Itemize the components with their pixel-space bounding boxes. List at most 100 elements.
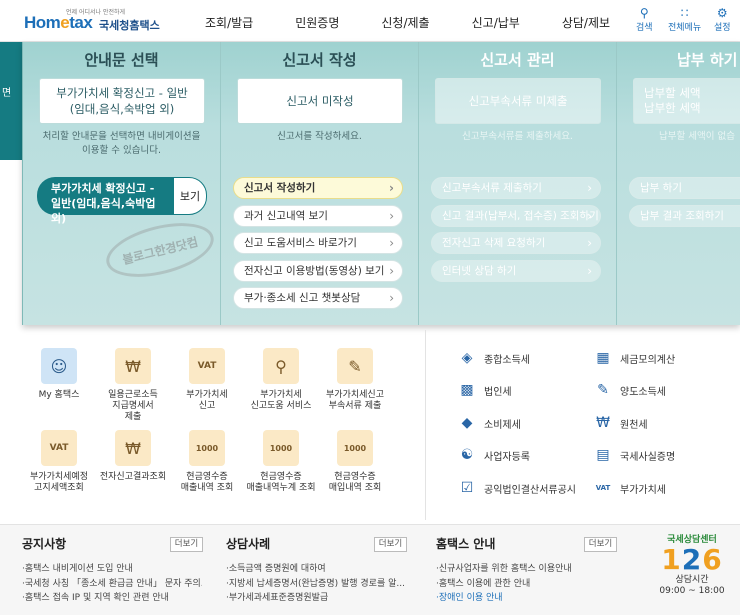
vat-icon: VAT xyxy=(595,484,611,492)
header: 언제 어디서나 안전하게 Hometax 국세청홈택스 조회/발급 민원증명 신… xyxy=(0,0,740,42)
won-search-icon: ₩ xyxy=(115,430,151,466)
grid-menu-icon: ∷ xyxy=(680,6,689,20)
tax-link-transfer[interactable]: ✎ 양도소득세 xyxy=(594,381,666,399)
tax-link-label: 원천세 xyxy=(620,419,648,431)
vat-notice-icon: VAT xyxy=(41,430,77,466)
notice-title: 공지사항 xyxy=(22,537,67,551)
quick-vat-attachments[interactable]: ✎ 부가가치세신고 부속서류 제출 xyxy=(316,348,394,412)
tax-link-consumption[interactable]: ◆ 소비제세 xyxy=(458,414,521,432)
quick-label: 부가가치세예정 고지세액조회 xyxy=(30,472,88,493)
chatbot-link[interactable]: 부가·종소세 신고 챗봇상담 xyxy=(233,287,403,309)
quick-label: My 홈택스 xyxy=(38,390,80,400)
consult-hours: 09:00 ~ 18:00 xyxy=(659,586,725,596)
pay-column-title: 납부 하기 xyxy=(677,51,738,69)
notice-item[interactable]: 홈택스 내비게이션 도입 안내 xyxy=(22,562,202,577)
case-item[interactable]: 소득금액 증명원에 대하여 xyxy=(226,562,406,577)
quick-vat-report[interactable]: VAT 부가가치세 신고 xyxy=(168,348,246,412)
report-column: 신고서 작성 신고서 미작성 신고서를 작성하세요. 신고서 작성하기 과거 신… xyxy=(221,42,419,325)
video-guide-link[interactable]: 전자신고 이용방법(동영상) 보기 xyxy=(233,259,403,282)
notice-item[interactable]: 홈택스 접속 IP 및 지역 확인 관련 안내 xyxy=(22,591,202,606)
help-service-link[interactable]: 신고 도움서비스 바로가기 xyxy=(233,232,403,254)
person-icon: ☯ xyxy=(460,447,474,463)
nav-item-consult[interactable]: 상담/제보 xyxy=(562,14,610,31)
guide-column: 안내문 선택 부가가치세 확정신고 - 일반 (임대,음식,숙박업 외) 처리할… xyxy=(23,42,221,325)
user-icon: ☺ xyxy=(41,348,77,384)
manage-links: 신고부속서류 제출하기 신고 결과(납부서, 접수증) 조회하기 전자신고 삭제… xyxy=(431,177,601,287)
left-edge-label: 면 xyxy=(2,88,12,99)
past-reports-link[interactable]: 과거 신고내역 보기 xyxy=(233,204,403,227)
pay-status-box[interactable]: 납부할 세액 납부한 세액 xyxy=(633,78,740,124)
diamond-icon: ◆ xyxy=(461,415,473,431)
nav-item-certificate[interactable]: 민원증명 xyxy=(295,14,339,31)
online-consult-link[interactable]: 인터넷 상담 하기 xyxy=(431,259,601,282)
guide-item[interactable]: 홈택스 이용에 관한 안내 xyxy=(436,577,616,592)
tax-link-income[interactable]: ◈ 종합소득세 xyxy=(458,349,530,367)
quick-vat-help-service[interactable]: ⚲ 부가가치세 신고도움 서비스 xyxy=(242,348,320,412)
write-report-link[interactable]: 신고서 작성하기 xyxy=(233,177,403,199)
case-item[interactable]: 지방세 납세증명서(완납증명) 발행 경로를 알... xyxy=(226,577,406,592)
guide-selection-box[interactable]: 부가가치세 확정신고 - 일반 (임대,음식,숙박업 외) xyxy=(39,78,205,124)
notice-item[interactable]: 국세청 사칭 「종소세 환급금 안내」 문자 주의... xyxy=(22,577,202,592)
quick-cash-receipt-sales-total[interactable]: 1000 현금영수증 매출내역누계 조회 xyxy=(242,430,320,494)
contract-icon: ✎ xyxy=(597,382,609,398)
nav-item-report-payment[interactable]: 신고/납부 xyxy=(472,14,520,31)
notice-more-button[interactable]: 더보기 xyxy=(170,537,203,552)
tax-link-label: 소비제세 xyxy=(484,419,521,431)
quick-label: 일용근로소득 지급명세서 제출 xyxy=(108,390,158,422)
section-divider xyxy=(425,330,426,520)
delete-request-link[interactable]: 전자신고 삭제 요청하기 xyxy=(431,232,601,254)
quick-daily-wage-statement[interactable]: ₩ 일용근로소득 지급명세서 제출 xyxy=(94,348,172,423)
settings-label: 설정 xyxy=(714,23,731,33)
tax-link-label: 종합소득세 xyxy=(484,354,530,366)
tax-link-public-corp-disclosure[interactable]: ☑ 공익법인결산서류공시 xyxy=(458,479,576,497)
quick-label: 현금영수증 매입내역 조회 xyxy=(328,472,382,493)
guide-item[interactable]: 장애인 이용 안내 xyxy=(436,591,616,606)
vat-search-icon: ⚲ xyxy=(263,348,299,384)
search-button[interactable]: ⚲ 검색 xyxy=(636,6,653,33)
report-description: 신고서를 작성하세요. xyxy=(277,131,362,142)
report-status-box[interactable]: 신고서 미작성 xyxy=(237,78,403,124)
guide-item[interactable]: 신규사업자를 위한 홈택스 이용안내 xyxy=(436,562,616,577)
quick-my-hometax[interactable]: ☺ My 홈택스 xyxy=(20,348,98,401)
tax-link-label: 사업자등록 xyxy=(484,451,530,463)
pay-link[interactable]: 납부 하기 xyxy=(629,177,740,199)
quick-vat-notice-inquiry[interactable]: VAT 부가가치세예정 고지세액조회 xyxy=(20,430,98,494)
full-menu-button[interactable]: ∷ 전체메뉴 xyxy=(668,6,701,33)
tax-link-vat[interactable]: VAT 부가가치세 xyxy=(594,479,666,497)
guide-selected-item[interactable]: 부가가치세 확정신고 - 일반(임대,음식,숙박업 외) xyxy=(37,177,173,225)
left-edge-panel: 면 xyxy=(0,42,22,160)
pay-result-link[interactable]: 납부 결과 조회하기 xyxy=(629,204,740,227)
tax-link-corporate[interactable]: ▩ 법인세 xyxy=(458,381,511,399)
main-nav: 조회/발급 민원증명 신청/제출 신고/납부 상담/제보 xyxy=(205,14,652,31)
tax-link-withholding[interactable]: ₩ 원천세 xyxy=(594,414,648,432)
nav-item-application[interactable]: 신청/제출 xyxy=(381,14,429,31)
tax-link-fact-certificate[interactable]: ▤ 국세사실증명 xyxy=(594,446,675,464)
submit-attachments-link[interactable]: 신고부속서류 제출하기 xyxy=(431,177,601,199)
tax-link-business-registration[interactable]: ☯ 사업자등록 xyxy=(458,446,530,464)
guide-view-button[interactable]: 보기 xyxy=(173,177,207,215)
cases-title: 상담사례 xyxy=(226,537,271,551)
quick-cash-receipt-purchase[interactable]: 1000 현금영수증 매입내역 조회 xyxy=(316,430,394,494)
footer-boards: 공지사항 더보기 홈택스 내비게이션 도입 안내 국세청 사칭 「종소세 환급금… xyxy=(0,524,740,615)
case-item[interactable]: 부가세과세표준증명원발급 xyxy=(226,591,406,606)
quick-cash-receipt-sales[interactable]: 1000 현금영수증 매출내역 조회 xyxy=(168,430,246,494)
search-label: 검색 xyxy=(636,23,653,33)
search-icon: ⚲ xyxy=(639,6,649,20)
certificate-icon: ▤ xyxy=(596,447,610,463)
cases-more-button[interactable]: 더보기 xyxy=(374,537,407,552)
nav-item-inquiry[interactable]: 조회/발급 xyxy=(205,14,253,31)
manage-status-box[interactable]: 신고부속서류 미제출 xyxy=(435,78,601,124)
report-result-link[interactable]: 신고 결과(납부서, 접수증) 조회하기 xyxy=(431,204,601,227)
calculator-icon: ▦ xyxy=(596,350,610,366)
hometax-guide-more-button[interactable]: 더보기 xyxy=(584,537,617,552)
tax-link-simulation[interactable]: ▦ 세금모의계산 xyxy=(594,349,675,367)
pay-links: 납부 하기 납부 결과 조회하기 xyxy=(629,177,740,232)
call-center: 국세상담센터 126 상담시간 09:00 ~ 18:00 xyxy=(652,532,732,610)
logo-brand: Hometax xyxy=(24,13,93,32)
settings-button[interactable]: ⚙ 설정 xyxy=(714,6,731,33)
quick-label: 부가가치세신고 부속서류 제출 xyxy=(326,390,384,411)
hometax-logo[interactable]: 언제 어디서나 안전하게 Hometax 국세청홈택스 xyxy=(24,7,164,35)
quick-e-report-result[interactable]: ₩ 전자신고결과조회 xyxy=(94,430,172,483)
money-bag-icon: ◈ xyxy=(461,350,473,366)
quick-label: 전자신고결과조회 xyxy=(99,472,167,482)
